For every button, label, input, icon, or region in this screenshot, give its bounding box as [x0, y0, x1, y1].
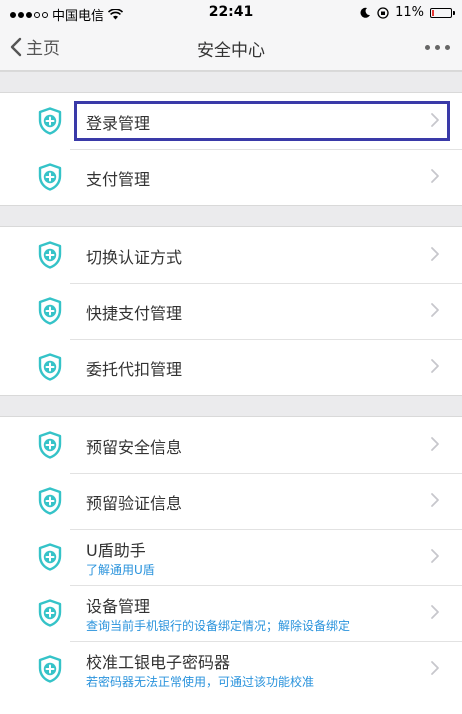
list-item-subtitle: 若密码器无法正常使用，可通过该功能校准 [86, 675, 315, 689]
chevron-right-icon [431, 169, 439, 183]
list-item[interactable]: 支付管理 [0, 149, 462, 205]
chevron-right-icon [431, 247, 439, 261]
list-item[interactable]: U盾助手了解通用U盾 [0, 529, 462, 585]
list-item-subtitle: 了解通用U盾 [86, 563, 155, 577]
list-item-label: 快捷支付管理 [86, 304, 183, 323]
list-item[interactable]: 预留验证信息 [0, 473, 462, 529]
shield-plus-icon [38, 655, 62, 683]
shield-plus-icon [38, 431, 62, 459]
chevron-right-icon [431, 549, 439, 563]
list-item-label: 设备管理 [86, 597, 151, 616]
shield-plus-icon [38, 163, 62, 191]
list-item[interactable]: 委托代扣管理 [0, 339, 462, 395]
chevron-right-icon [431, 437, 439, 451]
list-item-label: 切换认证方式 [86, 248, 183, 267]
list-item[interactable]: 登录管理 [0, 93, 462, 149]
list-item-label: 登录管理 [86, 114, 151, 133]
shield-plus-icon [38, 297, 62, 325]
shield-plus-icon [38, 241, 62, 269]
battery-icon [430, 7, 455, 18]
orientation-lock-icon [377, 6, 389, 19]
list-item-label: 校准工银电子密码器 [86, 653, 231, 672]
list-item-label: 预留安全信息 [86, 438, 183, 457]
list-section: 登录管理 支付管理 [0, 93, 462, 205]
screen: 中国电信 22:41 11% 主页 安全中心 登录管理 支付管理 切换认证方式 … [0, 0, 462, 714]
section-divider [0, 71, 462, 93]
page-title: 安全中心 [197, 41, 265, 61]
list-item-subtitle: 查询当前手机银行的设备绑定情况；解除设备绑定 [86, 619, 351, 633]
status-bar: 中国电信 22:41 11% [0, 0, 462, 26]
list-item[interactable]: 校准工银电子密码器若密码器无法正常使用，可通过该功能校准 [0, 641, 462, 697]
list-section: 切换认证方式 快捷支付管理 委托代扣管理 [0, 227, 462, 395]
section-divider [0, 395, 462, 417]
list-item[interactable]: 快捷支付管理 [0, 283, 462, 339]
shield-plus-icon [38, 487, 62, 515]
list-item-label: 委托代扣管理 [86, 360, 183, 379]
list-item-label: 支付管理 [86, 170, 151, 189]
status-right: 11% [360, 5, 455, 20]
list-item[interactable]: 设备管理查询当前手机银行的设备绑定情况；解除设备绑定 [0, 585, 462, 641]
shield-plus-icon [38, 599, 62, 627]
more-dots-icon[interactable] [425, 45, 450, 50]
battery-fill [432, 9, 434, 16]
chevron-right-icon [431, 113, 439, 127]
shield-plus-icon [38, 107, 62, 135]
list-item[interactable]: 切换认证方式 [0, 227, 462, 283]
settings-list: 登录管理 支付管理 切换认证方式 快捷支付管理 委托代扣管理 预留安全信息 预留… [0, 71, 462, 714]
moon-icon [360, 7, 371, 18]
shield-plus-icon [38, 353, 62, 381]
chevron-right-icon [431, 303, 439, 317]
chevron-right-icon [431, 493, 439, 507]
battery-percent: 11% [395, 5, 424, 20]
chevron-right-icon [431, 661, 439, 675]
section-divider [0, 205, 462, 227]
shield-plus-icon [38, 543, 62, 571]
nav-bar: 主页 安全中心 [0, 26, 462, 71]
list-item-label: 预留验证信息 [86, 494, 183, 513]
chevron-right-icon [431, 605, 439, 619]
list-item-label: U盾助手 [86, 541, 146, 560]
list-item[interactable]: 预留安全信息 [0, 417, 462, 473]
chevron-right-icon [431, 359, 439, 373]
list-section: 预留安全信息 预留验证信息 U盾助手了解通用U盾 设备管理查询当前手机银行的设备… [0, 417, 462, 697]
